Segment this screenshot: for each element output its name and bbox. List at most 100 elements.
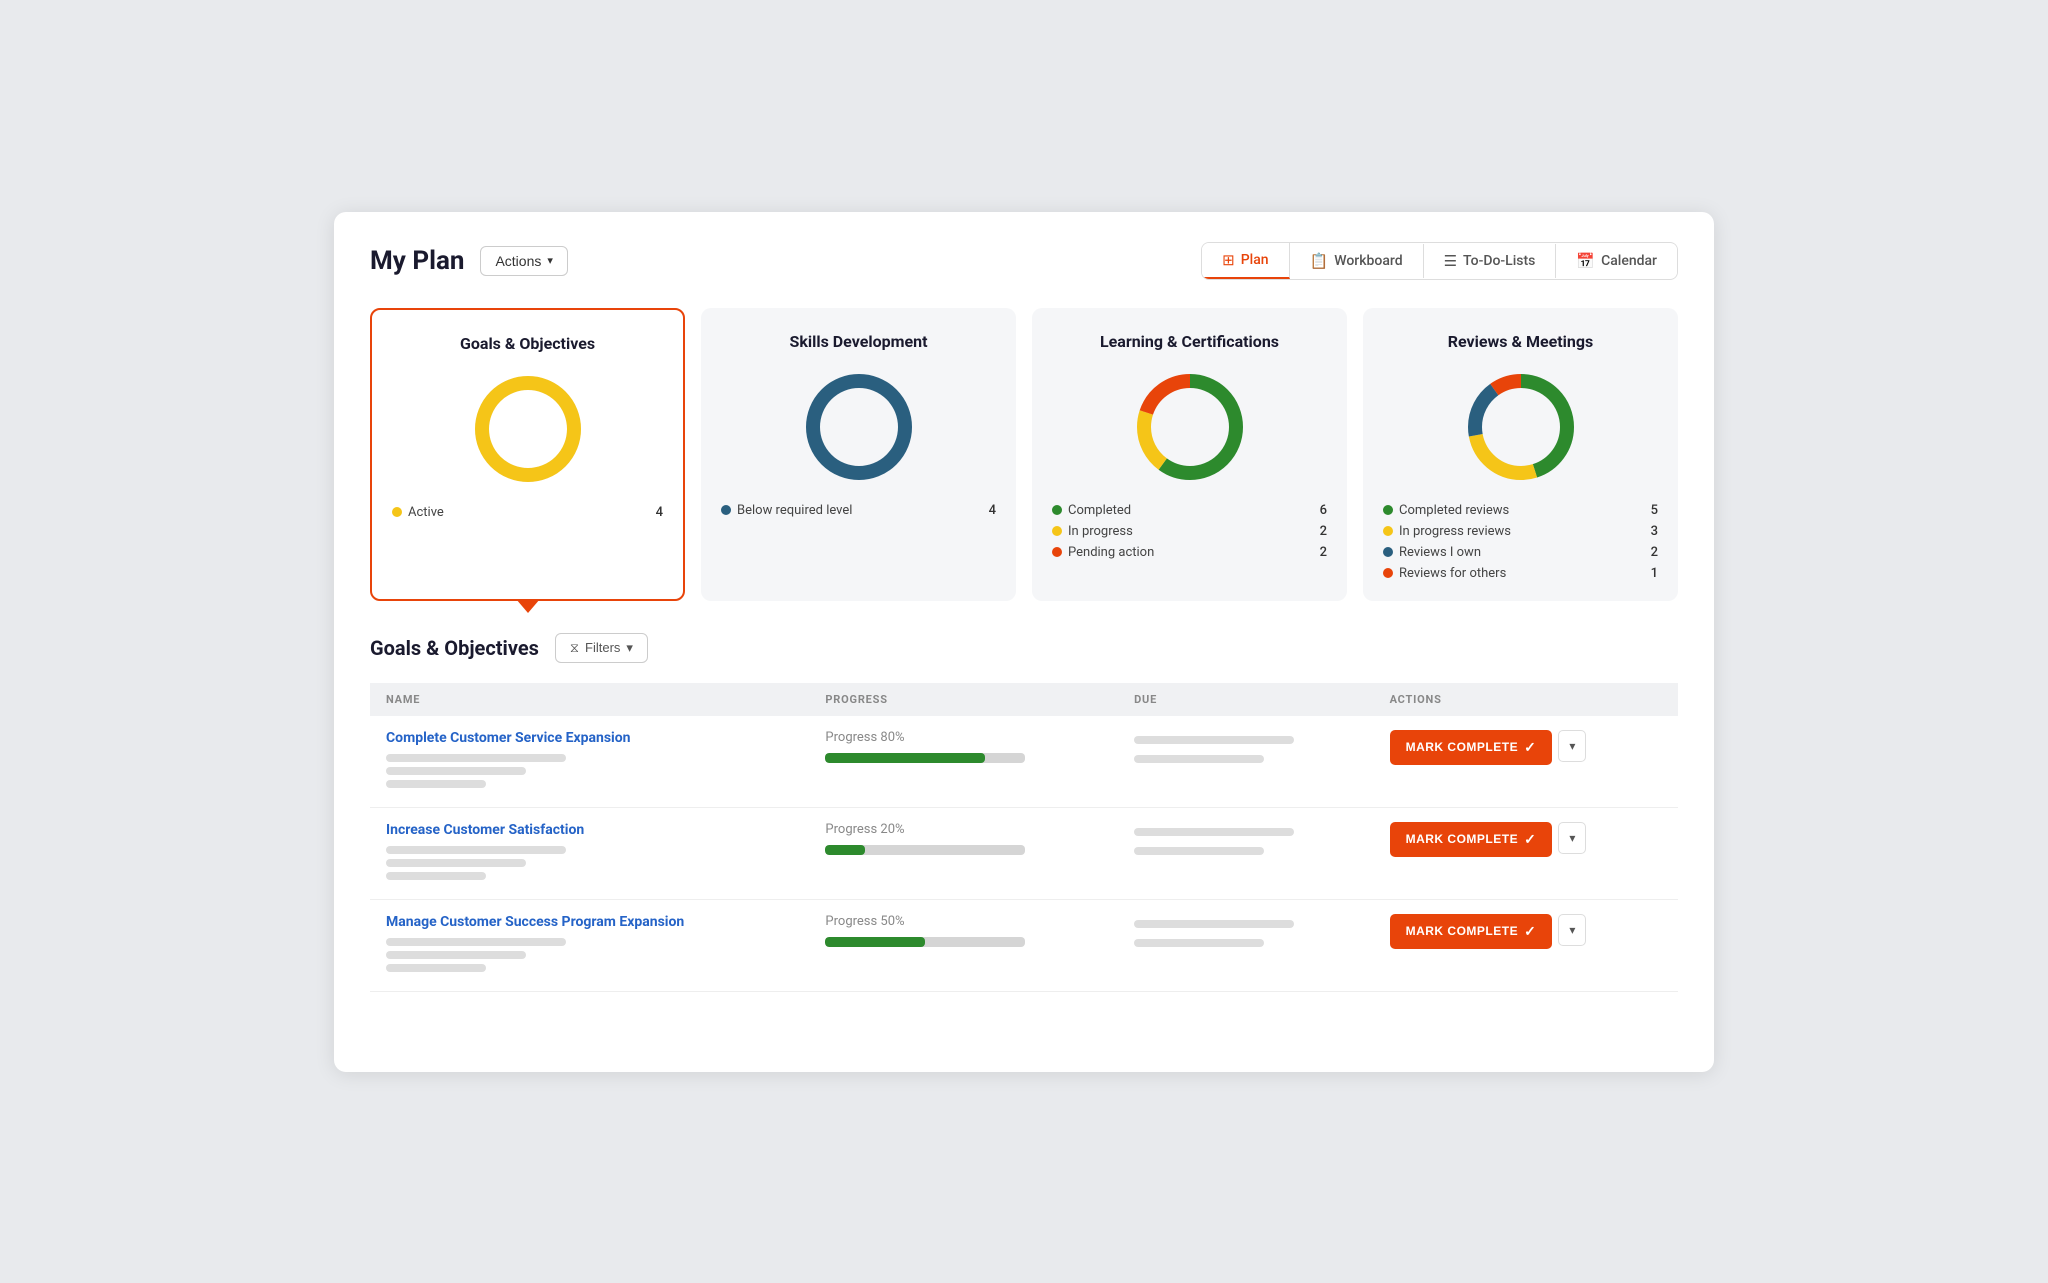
skeleton-line bbox=[1134, 847, 1264, 855]
skeleton-line bbox=[386, 754, 566, 762]
actions-cell-row2: MARK COMPLETE ✓ ▾ bbox=[1374, 807, 1678, 899]
legend-skills: Below required level 4 bbox=[721, 503, 996, 518]
actions-cell-row1: MARK COMPLETE ✓ ▾ bbox=[1374, 716, 1678, 808]
legend-item: Completed reviews 5 bbox=[1383, 503, 1658, 518]
progress-bar-row3 bbox=[825, 937, 1025, 947]
legend-dot bbox=[1052, 547, 1062, 557]
mark-complete-label-row3: MARK COMPLETE bbox=[1406, 924, 1519, 938]
legend-label: Completed bbox=[1068, 503, 1131, 518]
progress-bar-row1 bbox=[825, 753, 1025, 763]
todo-tab-label: To-Do-Lists bbox=[1463, 253, 1535, 269]
legend-left: Active bbox=[392, 505, 444, 520]
mark-complete-button-row3[interactable]: MARK COMPLETE ✓ bbox=[1390, 914, 1553, 949]
donut-container-skills bbox=[721, 367, 996, 487]
skeleton-line bbox=[1134, 736, 1294, 744]
skeleton-line bbox=[1134, 755, 1264, 763]
filter-icon: ⧖ bbox=[570, 640, 579, 656]
summary-card-skills[interactable]: Skills Development Below required level … bbox=[701, 308, 1016, 601]
donut-chart bbox=[799, 367, 919, 487]
skeleton-line bbox=[1134, 939, 1264, 947]
goal-name-row1[interactable]: Complete Customer Service Expansion bbox=[386, 730, 793, 746]
goal-name-row2[interactable]: Increase Customer Satisfaction bbox=[386, 822, 793, 838]
expand-button-row3[interactable]: ▾ bbox=[1558, 914, 1586, 946]
goal-name-row3[interactable]: Manage Customer Success Program Expansio… bbox=[386, 914, 793, 930]
due-cell-row1 bbox=[1118, 716, 1373, 808]
donut-chart bbox=[468, 369, 588, 489]
goals-section: Goals & Objectives ⧖ Filters ▾ NAMEPROGR… bbox=[370, 633, 1678, 992]
expand-button-row2[interactable]: ▾ bbox=[1558, 822, 1586, 854]
legend-reviews: Completed reviews 5 In progress reviews … bbox=[1383, 503, 1658, 581]
legend-dot bbox=[392, 507, 402, 517]
legend-count: 2 bbox=[1320, 545, 1327, 560]
progress-fill-row1 bbox=[825, 753, 985, 763]
app-container: My Plan Actions ▾ ⊞ Plan📋 Workboard☰ To-… bbox=[334, 212, 1714, 1072]
legend-dot bbox=[1383, 568, 1393, 578]
tab-workboard[interactable]: 📋 Workboard bbox=[1290, 244, 1424, 278]
legend-count: 4 bbox=[989, 503, 996, 518]
calendar-tab-label: Calendar bbox=[1601, 253, 1657, 269]
skeleton-line bbox=[1134, 920, 1294, 928]
tab-calendar[interactable]: 📅 Calendar bbox=[1556, 244, 1677, 278]
progress-cell-row1: Progress 80% bbox=[809, 716, 1118, 808]
tab-plan[interactable]: ⊞ Plan bbox=[1202, 243, 1289, 279]
page-title: My Plan bbox=[370, 246, 464, 276]
mark-complete-label-row1: MARK COMPLETE bbox=[1406, 740, 1519, 754]
summary-card-reviews[interactable]: Reviews & Meetings Completed reviews 5 I… bbox=[1363, 308, 1678, 601]
legend-label: Reviews I own bbox=[1399, 545, 1481, 560]
legend-label: Completed reviews bbox=[1399, 503, 1509, 518]
legend-label: In progress reviews bbox=[1399, 524, 1511, 539]
check-icon-row1: ✓ bbox=[1524, 739, 1536, 756]
table-row: Increase Customer Satisfaction Progress … bbox=[370, 807, 1678, 899]
header-left: My Plan Actions ▾ bbox=[370, 246, 568, 276]
progress-fill-row2 bbox=[825, 845, 865, 855]
legend-dot bbox=[721, 505, 731, 515]
expand-button-row1[interactable]: ▾ bbox=[1558, 730, 1586, 762]
legend-label: Reviews for others bbox=[1399, 566, 1506, 581]
card-title-reviews: Reviews & Meetings bbox=[1383, 332, 1658, 351]
name-cell-row3: Manage Customer Success Program Expansio… bbox=[370, 899, 809, 991]
mark-complete-button-row1[interactable]: MARK COMPLETE ✓ bbox=[1390, 730, 1553, 765]
skeleton-line bbox=[386, 846, 566, 854]
due-cell-row3 bbox=[1118, 899, 1373, 991]
check-icon-row3: ✓ bbox=[1524, 923, 1536, 940]
tab-todo[interactable]: ☰ To-Do-Lists bbox=[1424, 244, 1557, 278]
donut-container-learning bbox=[1052, 367, 1327, 487]
legend-dot bbox=[1052, 526, 1062, 536]
skeleton-line bbox=[386, 938, 566, 946]
legend-left: Below required level bbox=[721, 503, 852, 518]
summary-card-goals[interactable]: Goals & Objectives Active 4 bbox=[370, 308, 685, 601]
progress-label-row2: Progress 20% bbox=[825, 822, 1102, 837]
actions-button[interactable]: Actions ▾ bbox=[480, 246, 567, 276]
legend-count: 3 bbox=[1651, 524, 1658, 539]
goals-section-title: Goals & Objectives bbox=[370, 636, 539, 660]
actions-cell-inner-row3: MARK COMPLETE ✓ ▾ bbox=[1390, 914, 1662, 949]
legend-item: Reviews I own 2 bbox=[1383, 545, 1658, 560]
legend-dot bbox=[1383, 505, 1393, 515]
plan-tab-label: Plan bbox=[1241, 252, 1269, 268]
table-row: Complete Customer Service Expansion Prog… bbox=[370, 716, 1678, 808]
legend-dot bbox=[1383, 547, 1393, 557]
legend-item: Active 4 bbox=[392, 505, 663, 520]
summary-card-learning[interactable]: Learning & Certifications Completed 6 In… bbox=[1032, 308, 1347, 601]
mark-complete-label-row2: MARK COMPLETE bbox=[1406, 832, 1519, 846]
progress-cell-row2: Progress 20% bbox=[809, 807, 1118, 899]
nav-tabs: ⊞ Plan📋 Workboard☰ To-Do-Lists📅 Calendar bbox=[1201, 242, 1678, 280]
table-row: Manage Customer Success Program Expansio… bbox=[370, 899, 1678, 991]
mark-complete-button-row2[interactable]: MARK COMPLETE ✓ bbox=[1390, 822, 1553, 857]
legend-item: Reviews for others 1 bbox=[1383, 566, 1658, 581]
donut-container-goals bbox=[392, 369, 663, 489]
progress-label-row1: Progress 80% bbox=[825, 730, 1102, 745]
chevron-down-icon: ▾ bbox=[626, 640, 633, 656]
actions-cell-inner-row2: MARK COMPLETE ✓ ▾ bbox=[1390, 822, 1662, 857]
goals-table: NAMEPROGRESSDUEACTIONS Complete Customer… bbox=[370, 683, 1678, 992]
skeleton-line bbox=[386, 964, 486, 972]
skeleton-line bbox=[386, 951, 526, 959]
legend-goals: Active 4 bbox=[392, 505, 663, 520]
legend-left: Pending action bbox=[1052, 545, 1154, 560]
filters-button[interactable]: ⧖ Filters ▾ bbox=[555, 633, 648, 663]
todo-tab-icon: ☰ bbox=[1444, 252, 1457, 270]
legend-left: Reviews I own bbox=[1383, 545, 1481, 560]
donut-container-reviews bbox=[1383, 367, 1658, 487]
legend-dot bbox=[1052, 505, 1062, 515]
donut-chart bbox=[1130, 367, 1250, 487]
